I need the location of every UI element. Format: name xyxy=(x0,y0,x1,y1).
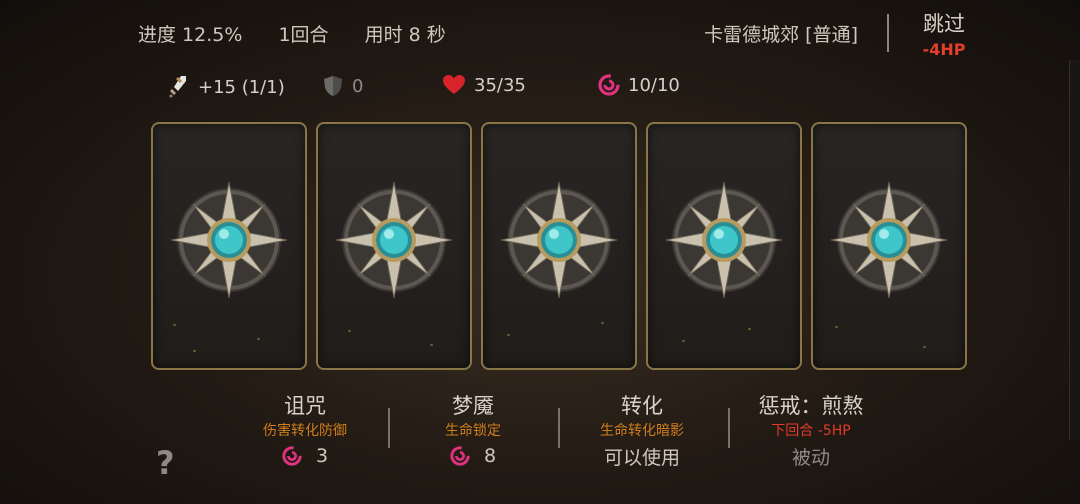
card-speck xyxy=(682,340,685,342)
swirl-mana-icon xyxy=(450,446,470,466)
top-bar: 进度 12.5% 1回合 用时 8 秒 卡雷德城郊 [普通] 跳过 -4HP xyxy=(0,0,1080,64)
skill-nightmare[interactable]: 梦魇 生命锁定 8 xyxy=(388,390,558,470)
card-speck xyxy=(257,338,260,340)
progress-text: 进度 12.5% xyxy=(138,24,243,46)
time-text: 用时 8 秒 xyxy=(364,24,446,46)
skill-curse[interactable]: 诅咒 伤害转化防御 3 xyxy=(220,390,390,470)
skill-punish[interactable]: 惩戒：煎熬 下回合 -5HP 被动 xyxy=(726,390,896,470)
card-speck xyxy=(748,328,751,330)
health-stat: 35/35 xyxy=(442,74,526,96)
skill-desc: 生命转化暗影 xyxy=(600,423,684,439)
skill-bar: 诅咒 伤害转化防御 3 梦魇 生命锁定 8 转化 生命转化暗影 可以使用 惩戒：… xyxy=(220,390,980,490)
skill-cost-value: 8 xyxy=(483,445,497,467)
attack-stat: +15 (1/1) xyxy=(168,74,285,100)
skill-status-text: 被动 xyxy=(791,446,830,469)
skip-label: 跳过 xyxy=(923,12,965,36)
mana-value: 10/10 xyxy=(628,74,680,96)
card-slot-5[interactable] xyxy=(811,122,967,370)
skill-cost: 8 xyxy=(388,442,558,470)
compass-emblem-icon xyxy=(335,181,453,299)
location-text: 卡雷德城郊 [普通] xyxy=(704,24,858,46)
skill-transform[interactable]: 转化 生命转化暗影 可以使用 xyxy=(557,390,727,470)
skip-cost: -4HP xyxy=(922,40,966,59)
card-slot-3[interactable] xyxy=(481,122,637,370)
card-slot-2[interactable] xyxy=(316,122,472,370)
help-button[interactable]: ? xyxy=(156,444,175,482)
attack-value: +15 (1/1) xyxy=(198,76,285,98)
player-stats: +15 (1/1) 0 35/35 10/10 xyxy=(0,72,1080,100)
compass-emblem-icon xyxy=(665,181,783,299)
compass-emblem-icon xyxy=(830,181,948,299)
swirl-mana-icon xyxy=(598,74,620,96)
card-speck xyxy=(173,324,176,326)
card-speck xyxy=(923,346,926,348)
header-divider xyxy=(887,14,889,52)
skill-desc: 生命锁定 xyxy=(445,423,501,439)
skill-status: 可以使用 xyxy=(557,442,727,470)
card-speck xyxy=(835,326,838,328)
skill-name: 梦魇 xyxy=(452,394,494,418)
round-text: 1回合 xyxy=(278,24,329,46)
skill-cost: 3 xyxy=(220,442,390,470)
run-info: 进度 12.5% 1回合 用时 8 秒 xyxy=(138,20,476,47)
card-slot-4[interactable] xyxy=(646,122,802,370)
shield-icon xyxy=(324,76,342,96)
card-slot-1[interactable] xyxy=(151,122,307,370)
swirl-mana-icon xyxy=(282,446,302,466)
skill-name: 诅咒 xyxy=(284,394,326,418)
skip-button[interactable]: 跳过 -4HP xyxy=(904,8,984,59)
armor-stat: 0 xyxy=(322,74,363,98)
skill-status-text: 可以使用 xyxy=(603,446,680,469)
health-value: 35/35 xyxy=(474,74,526,96)
card-speck xyxy=(601,322,604,324)
skill-name: 惩戒：煎熬 xyxy=(758,394,864,418)
skill-status: 被动 xyxy=(726,442,896,470)
card-speck xyxy=(507,334,510,336)
skill-desc: 下回合 -5HP xyxy=(771,423,851,439)
card-row xyxy=(151,122,971,370)
compass-emblem-icon xyxy=(170,181,288,299)
skill-desc: 伤害转化防御 xyxy=(263,423,347,439)
armor-value: 0 xyxy=(352,75,364,97)
compass-emblem-icon xyxy=(500,181,618,299)
card-speck xyxy=(193,350,196,352)
heart-icon xyxy=(443,75,465,94)
skill-cost-value: 3 xyxy=(315,445,329,467)
card-speck xyxy=(348,330,351,332)
card-speck xyxy=(430,344,433,346)
sword-icon xyxy=(169,76,186,98)
mana-stat: 10/10 xyxy=(598,74,680,96)
side-scrollbar[interactable] xyxy=(1069,60,1080,440)
skill-name: 转化 xyxy=(621,394,663,418)
